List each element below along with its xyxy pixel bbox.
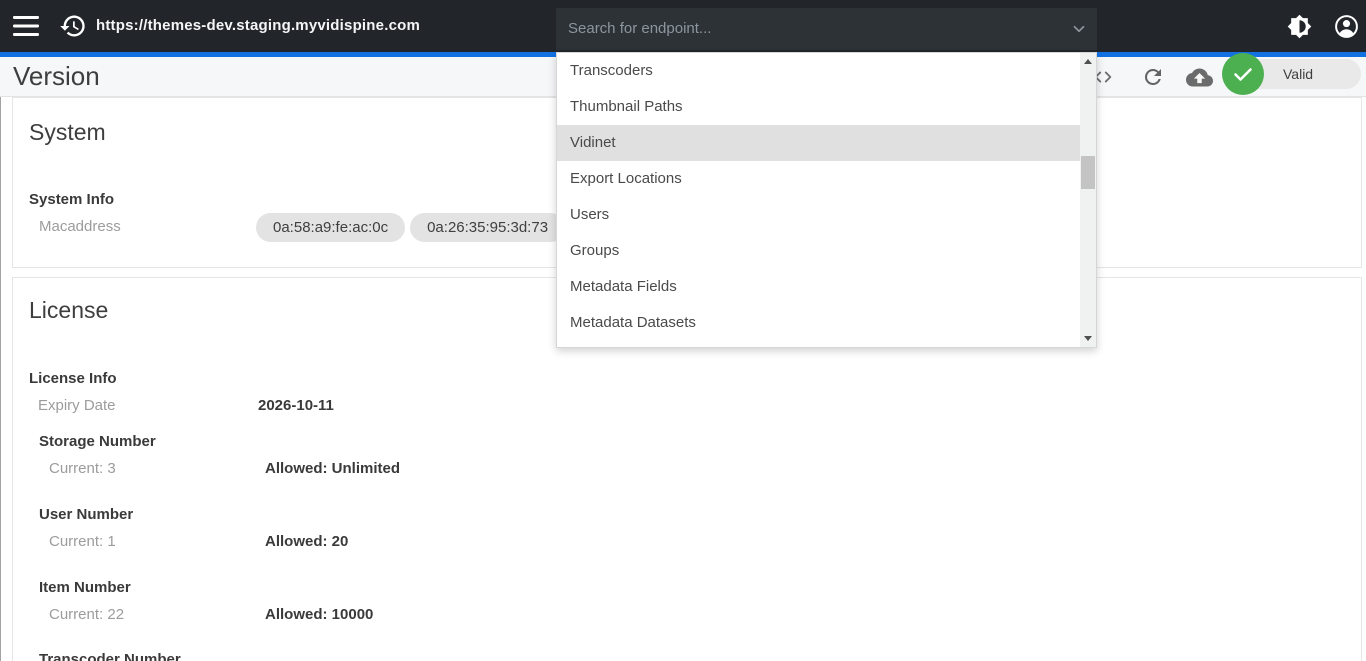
system-heading: System: [29, 119, 106, 146]
macaddress-label: Macaddress: [39, 218, 121, 235]
storage-current: Current: 3: [49, 460, 116, 477]
storage-number-heading: Storage Number: [39, 433, 156, 450]
dropdown-item-metadata-datasets[interactable]: Metadata Datasets: [557, 305, 1081, 341]
page-title: Version: [13, 61, 100, 92]
dropdown-item-export-locations[interactable]: Export Locations: [557, 161, 1081, 197]
item-current: Current: 22: [49, 606, 124, 623]
account-icon[interactable]: [1334, 14, 1359, 39]
item-allowed: Allowed: 10000: [265, 606, 373, 623]
expiry-date-value: 2026-10-11: [258, 397, 334, 414]
search-placeholder: Search for endpoint...: [568, 8, 711, 50]
user-number-heading: User Number: [39, 506, 133, 523]
scrollbar-thumb[interactable]: [1081, 156, 1095, 189]
scroll-down-icon[interactable]: [1084, 336, 1092, 341]
cloud-upload-icon[interactable]: [1186, 64, 1213, 91]
dropdown-scrollbar[interactable]: [1080, 53, 1096, 347]
theme-toggle-icon[interactable]: [1287, 14, 1312, 39]
chevron-down-icon[interactable]: [1070, 20, 1088, 38]
dropdown-item-thumbnail-paths[interactable]: Thumbnail Paths: [557, 89, 1081, 125]
dropdown-item-vidinet[interactable]: Vidinet: [557, 125, 1081, 161]
dropdown-item-transcoders[interactable]: Transcoders: [557, 53, 1081, 89]
macaddress-chip: 0a:26:35:95:3d:73: [410, 213, 565, 242]
environment-url: https://themes-dev.staging.myvidispine.c…: [96, 17, 420, 34]
user-allowed: Allowed: 20: [265, 533, 348, 550]
expiry-date-label: Expiry Date: [38, 397, 116, 414]
license-info-label: License Info: [29, 370, 117, 387]
dropdown-item-metadata-fields[interactable]: Metadata Fields: [557, 269, 1081, 305]
storage-allowed: Allowed: Unlimited: [265, 460, 400, 477]
app-window: https://themes-dev.staging.myvidispine.c…: [0, 0, 1366, 661]
window-left-edge: [0, 57, 1, 661]
item-number-heading: Item Number: [39, 579, 131, 596]
refresh-icon[interactable]: [1141, 65, 1165, 89]
transcoder-number-heading: Transcoder Number: [39, 651, 181, 661]
macaddress-chip-row: 0a:58:a9:fe:ac:0c 0a:26:35:95:3d:73: [256, 213, 565, 242]
hamburger-menu-icon[interactable]: [13, 16, 39, 36]
system-info-label: System Info: [29, 191, 114, 208]
endpoint-dropdown: Transcoders Thumbnail Paths Vidinet Expo…: [556, 52, 1097, 348]
license-heading: License: [29, 297, 108, 324]
user-current: Current: 1: [49, 533, 116, 550]
endpoint-search-input[interactable]: Search for endpoint...: [556, 8, 1097, 50]
dropdown-item-users[interactable]: Users: [557, 197, 1081, 233]
history-icon[interactable]: [59, 12, 87, 40]
check-icon: [1222, 53, 1264, 95]
scroll-up-icon[interactable]: [1084, 59, 1092, 64]
dropdown-item-groups[interactable]: Groups: [557, 233, 1081, 269]
macaddress-chip: 0a:58:a9:fe:ac:0c: [256, 213, 405, 242]
topbar: https://themes-dev.staging.myvidispine.c…: [0, 0, 1366, 52]
